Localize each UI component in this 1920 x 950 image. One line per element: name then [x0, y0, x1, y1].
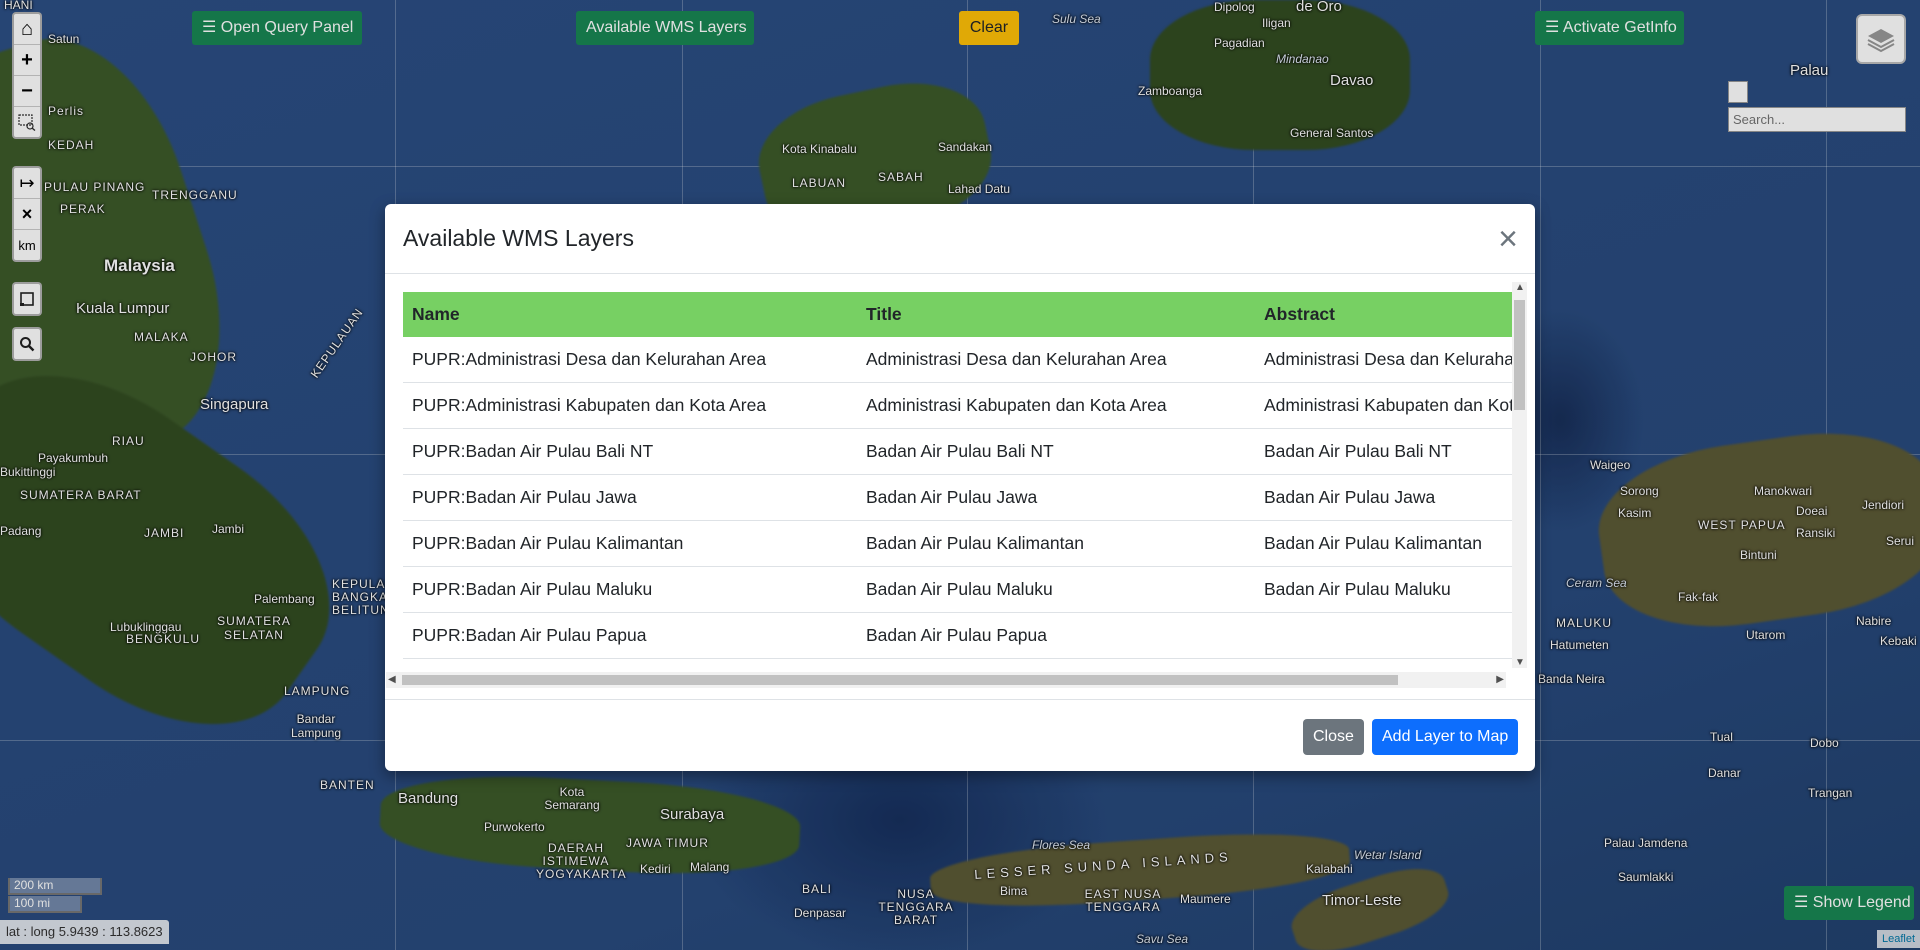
cell-abstract: Badan Air Pulau Jawa — [1255, 474, 1515, 521]
scroll-down-icon[interactable]: ▼ — [1515, 657, 1525, 668]
modal-title: Available WMS Layers — [403, 225, 634, 251]
table-row[interactable]: PUPR:Badan Air Pulau Jawa Badan Air Pula… — [403, 474, 1515, 521]
table-row[interactable]: PUPR:Administrasi Desa dan Kelurahan Are… — [403, 337, 1515, 383]
cell-title: Administrasi Desa dan Kelurahan Area — [857, 337, 1255, 383]
scroll-right-icon[interactable]: ▶ — [1496, 674, 1504, 685]
column-header-abstract[interactable]: Abstract — [1255, 292, 1515, 337]
table-header-row: Name Title Abstract — [403, 292, 1515, 337]
cell-abstract: Badan Air Pulau Bali NT — [1255, 428, 1515, 475]
cell-name: PUPR:Badan Air Pulau Papua — [403, 612, 857, 659]
scroll-left-icon[interactable]: ◀ — [388, 674, 396, 685]
cell-title: Badan Air Pulau Bali NT — [857, 428, 1255, 475]
modal-header: Available WMS Layers × — [385, 204, 1535, 274]
horizontal-scrollbar[interactable]: ◀ ▶ — [386, 672, 1506, 688]
cell-name: PUPR:Administrasi Kabupaten dan Kota Are… — [403, 382, 857, 429]
table-row[interactable]: PUPR:Badan Air Pulau Maluku Badan Air Pu… — [403, 566, 1515, 613]
cell-name: PUPR:Badan Air Pulau Kalimantan — [403, 520, 857, 567]
cell-abstract: Badan Air Pulau Maluku — [1255, 566, 1515, 613]
cell-title: Badan Air Pulau Maluku — [857, 566, 1255, 613]
scrollbar-thumb[interactable] — [402, 675, 1398, 685]
scroll-up-icon[interactable]: ▲ — [1515, 282, 1525, 293]
cell-abstract — [1255, 612, 1515, 659]
cell-title: Badan Air Pulau Kalimantan — [857, 520, 1255, 567]
cell-title: Administrasi Kabupaten dan Kota Area — [857, 382, 1255, 429]
close-icon[interactable]: × — [1498, 222, 1518, 256]
table-row[interactable]: PUPR:Badan Air Pulau Papua Badan Air Pul… — [403, 612, 1515, 659]
modal-body: Name Title Abstract PUPR:Administrasi De… — [403, 292, 1529, 702]
table-row[interactable]: PUPR:Badan Air Pulau Bali NT Badan Air P… — [403, 428, 1515, 475]
cell-name: PUPR:Administrasi Desa dan Kelurahan Are… — [403, 337, 857, 383]
cell-abstract: Administrasi Desa dan Kelurahan Area — [1255, 337, 1515, 383]
column-header-title[interactable]: Title — [857, 292, 1255, 337]
cell-name: PUPR:Badan Air Pulau Maluku — [403, 566, 857, 613]
cell-name: PUPR:Badan Air Pulau Bali NT — [403, 428, 857, 475]
close-button[interactable]: Close — [1303, 719, 1364, 755]
add-layer-button[interactable]: Add Layer to Map — [1372, 719, 1519, 755]
cell-title: Badan Air Pulau Jawa — [857, 474, 1255, 521]
modal-footer: Close Add Layer to Map — [385, 699, 1535, 771]
cell-title: Badan Air Pulau Papua — [857, 612, 1255, 659]
scrollbar-thumb[interactable] — [1514, 300, 1525, 410]
column-header-name[interactable]: Name — [403, 292, 857, 337]
cell-abstract: Administrasi Kabupaten dan Kota Area — [1255, 382, 1515, 429]
cell-abstract: Badan Air Pulau Kalimantan — [1255, 520, 1515, 567]
layers-table: Name Title Abstract PUPR:Administrasi De… — [403, 292, 1515, 659]
cell-name: PUPR:Badan Air Pulau Jawa — [403, 474, 857, 521]
layers-table-container[interactable]: Name Title Abstract PUPR:Administrasi De… — [403, 292, 1515, 682]
table-row[interactable]: PUPR:Badan Air Pulau Kalimantan Badan Ai… — [403, 520, 1515, 567]
vertical-scrollbar[interactable]: ▲ ▼ — [1512, 282, 1527, 668]
table-row[interactable]: PUPR:Administrasi Kabupaten dan Kota Are… — [403, 382, 1515, 429]
